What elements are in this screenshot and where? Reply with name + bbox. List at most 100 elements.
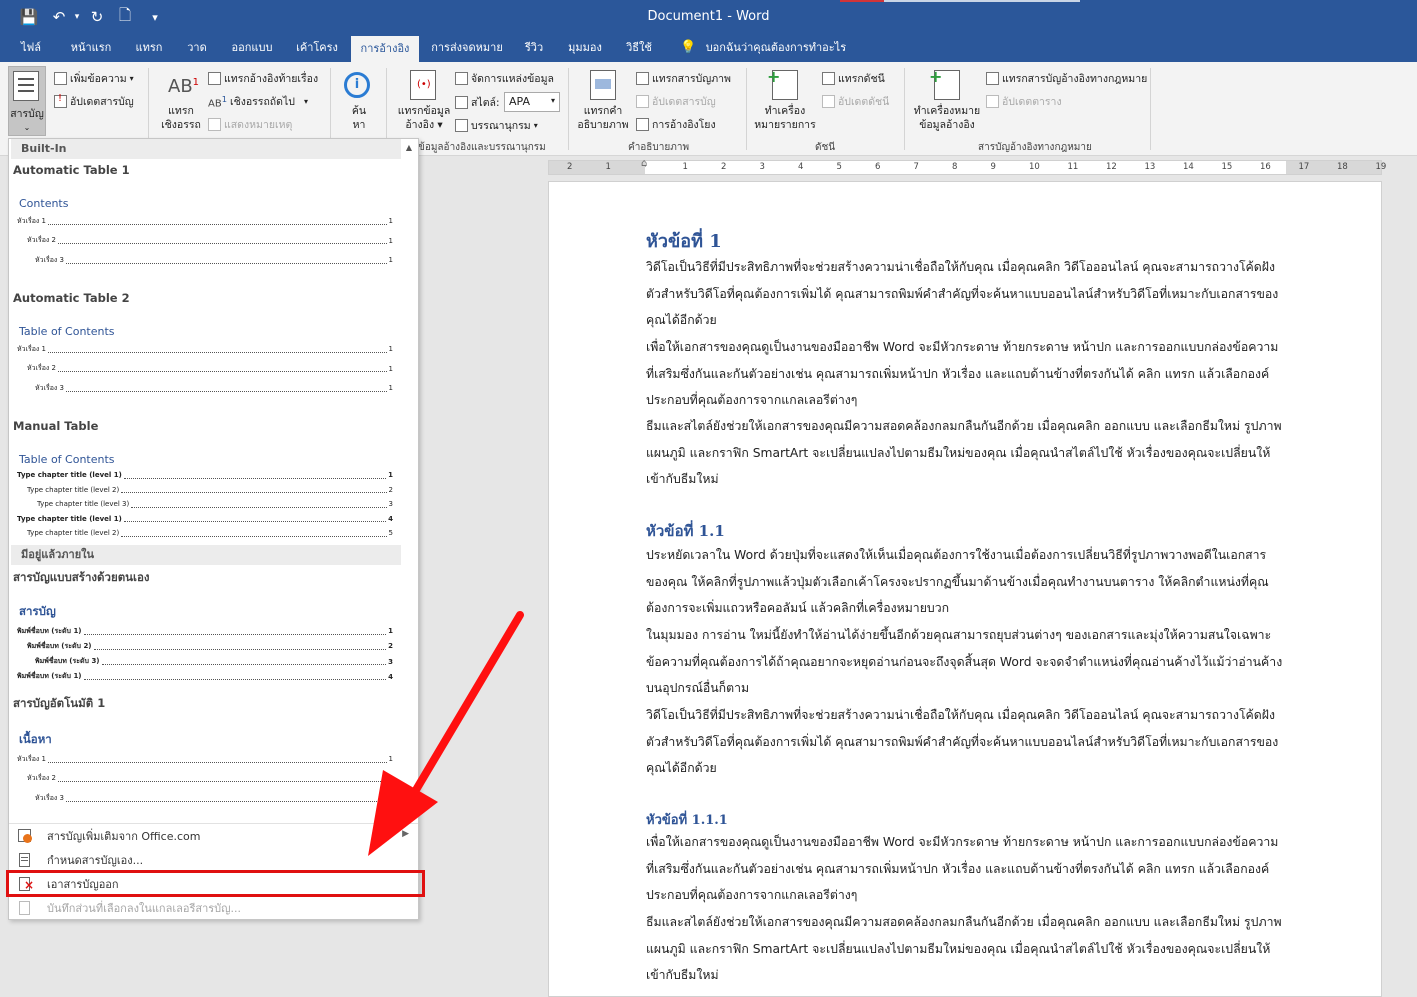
group-label-index: ดัชนี — [815, 142, 836, 153]
bibliography-button[interactable]: บรรณานุกรม ▾ — [455, 117, 538, 134]
search-label-1: ค้น — [351, 105, 367, 117]
insert-citation-label-1: แทรกข้อมูล — [397, 105, 451, 117]
toc-preview-text: หัวเรื่อง 1 — [17, 216, 46, 225]
menu-separator — [9, 823, 418, 824]
doc-paragraph: ในมุมมอง การอ่าน ใหม่นี้ยังทำให้อ่านได้ง… — [646, 628, 1283, 696]
insert-tof-button[interactable]: แทรกสารบัญภาพ — [636, 70, 731, 87]
tab-file[interactable]: ไฟล์ — [10, 34, 52, 62]
tab-home[interactable]: หน้าแรก — [62, 34, 120, 62]
more-tocs-office-menu-item[interactable]: สารบัญเพิ่มเติมจาก Office.com ▶ — [13, 825, 413, 847]
cross-reference-button[interactable]: การอ้างอิงโยง — [636, 116, 716, 133]
mark-entry-button[interactable]: + ทำเครื่อง หมายรายการ — [754, 67, 816, 138]
search-icon: i — [344, 72, 370, 98]
tell-me-box[interactable]: 💡 บอกฉันว่าคุณต้องการทำอะไร — [680, 34, 846, 62]
update-table-button[interactable]: ! อัปเดตสารบัญ — [54, 93, 134, 110]
toc-preview-line: Type chapter title (level 2) 2 — [27, 484, 393, 496]
next-footnote-button[interactable]: AB1 เชิงอรรถถัดไป ▾ — [208, 93, 308, 110]
tab-review[interactable]: รีวิว — [514, 34, 554, 62]
tab-references[interactable]: การอ้างอิง — [351, 36, 419, 62]
doc-heading-1: หัวข้อที่ 1 — [646, 231, 722, 252]
add-text-button[interactable]: เพิ่มข้อความ ▾ — [54, 70, 134, 87]
doc-paragraph: ธีมและสไตล์ยังช่วยให้เอกสารของคุณมีความส… — [646, 419, 1282, 487]
next-footnote-icon: AB1 — [208, 93, 228, 110]
doc-paragraph: ประหยัดเวลาใน Word ด้วยปุ่มที่จะแสดงให้เ… — [646, 548, 1269, 616]
insert-index-button[interactable]: แทรกดัชนี — [822, 70, 885, 87]
toc-preview-line: พิมพ์ชื่อบท (ระดับ 1) 4 — [17, 671, 393, 683]
toc-preview-page: 3 — [388, 500, 393, 509]
caption-icon — [590, 70, 616, 100]
toc-preview-line: พิมพ์ชื่อบท (ระดับ 2) 2 — [27, 640, 393, 652]
toc-preview-text: Type chapter title (level 3) — [37, 500, 130, 509]
tab-design[interactable]: ออกแบบ — [222, 34, 282, 62]
toc-leader — [48, 346, 387, 353]
ruler-tick: 3 — [759, 162, 765, 172]
tab-insert[interactable]: แทรก — [126, 34, 172, 62]
tab-help[interactable]: วิธีใช้ — [616, 34, 662, 62]
title-bar: 💾 ↶ ▾ ↻ 🗋 ▾ Document1 - Word — [0, 0, 1417, 34]
manage-sources-button[interactable]: จัดการแหล่งข้อมูล — [455, 70, 554, 87]
chevron-down-icon: ▾ — [129, 74, 134, 83]
insert-citation-button[interactable]: (•) แทรกข้อมูล อ้างอิง ▾ — [396, 68, 452, 138]
search-button[interactable]: i ค้น หา — [340, 68, 378, 138]
update-tof-icon — [636, 95, 649, 108]
group-label-captions: คำอธิบายภาพ — [628, 142, 690, 153]
show-notes-button[interactable]: แสดงหมายเหตุ — [208, 116, 292, 133]
update-index-button[interactable]: อัปเดตดัชนี — [822, 93, 889, 110]
insert-toa-button[interactable]: แทรกสารบัญอ้างอิงทางกฎหมาย — [986, 70, 1147, 87]
update-toa-button[interactable]: อัปเดตตาราง — [986, 93, 1062, 110]
toc-preview-heading: Table of Contents — [19, 325, 115, 338]
document-page[interactable]: หัวข้อที่ 1 วิดีโอเป็นวิธีที่มีประสิทธิภ… — [548, 181, 1382, 997]
show-notes-icon — [208, 118, 221, 131]
ruler-tick: 18 — [1337, 162, 1348, 172]
toc-preview-line: หัวเรื่อง 3 1 — [35, 254, 393, 266]
ruler-tick: 14 — [1183, 162, 1194, 172]
ruler-tick: 2 — [567, 162, 573, 172]
custom-toc-menu-item[interactable]: กำหนดสารบัญเอง... — [13, 849, 413, 871]
gallery-option-title: สารบัญอัตโนมัติ 1 — [13, 696, 106, 710]
manage-sources-label: จัดการแหล่งข้อมูล — [471, 73, 554, 85]
insert-toa-label: แทรกสารบัญอ้างอิงทางกฎหมาย — [1002, 73, 1148, 85]
toc-preview-text: หัวเรื่อง 2 — [27, 236, 56, 244]
toc-preview-line: หัวเรื่อง 1 1 — [17, 753, 393, 765]
insert-citation-label-2: อ้างอิง — [405, 119, 435, 131]
tab-view[interactable]: มุมมอง — [560, 34, 610, 62]
bibliography-icon — [455, 119, 468, 132]
toc-preview-text: พิมพ์ชื่อบท (ระดับ 3) — [35, 657, 100, 666]
insert-endnote-button[interactable]: แทรกอ้างอิงท้ายเรื่อง — [208, 70, 318, 87]
gallery-option-title: Automatic Table 2 — [13, 291, 130, 305]
insert-caption-button[interactable]: แทรกคำ อธิบายภาพ — [576, 68, 630, 138]
doc-paragraph: วิดีโอเป็นวิธีที่มีประสิทธิภาพที่จะช่วยส… — [646, 260, 1279, 328]
save-selection-menu-item[interactable]: บันทึกส่วนที่เลือกลงในแกลเลอรีสารบัญ... — [13, 897, 413, 919]
toc-preview-heading: Contents — [19, 197, 69, 210]
chevron-down-icon: ▾ — [550, 96, 555, 105]
citation-style-value: APA — [509, 95, 530, 108]
citation-style-select[interactable]: APA ▾ — [504, 92, 560, 112]
window-title: Document1 - Word — [647, 9, 770, 24]
update-toa-label: อัปเดตตาราง — [1002, 96, 1062, 108]
toc-leader — [123, 472, 387, 479]
toc-preview-text: Type chapter title (level 2) — [27, 529, 120, 538]
doc-heading-3: หัวข้อที่ 1.1.1 — [646, 813, 728, 828]
cross-reference-label: การอ้างอิงโยง — [652, 119, 716, 131]
toc-preview-line: พิมพ์ชื่อบท (ระดับ 3) 3 — [35, 656, 393, 668]
tab-layout[interactable]: เค้าโครง — [288, 34, 346, 62]
custom-toc-icon — [17, 852, 33, 868]
toc-preview-line: Type chapter title (level 1) 4 — [17, 513, 393, 525]
save-selection-label: บันทึกส่วนที่เลือกลงในแกลเลอรีสารบัญ... — [47, 902, 241, 915]
group-separator — [568, 68, 569, 150]
toc-leader — [121, 530, 387, 537]
ruler-margin-left — [549, 161, 645, 174]
update-tof-button[interactable]: อัปเดตสารบัญ — [636, 93, 716, 110]
toc-button[interactable]: สารบัญ ⌄ — [8, 66, 46, 136]
toc-leader — [121, 486, 387, 494]
horizontal-ruler[interactable]: 2 1 · 1 2 3 4 5 6 7 8 9 10 11 12 13 14 15 16 17 18 19 ⌂ — [548, 158, 1386, 175]
tab-mailings[interactable]: การส่งจดหมาย — [426, 34, 508, 62]
mark-citation-button[interactable]: + ทำเครื่องหมาย ข้อมูลอ้างอิง — [912, 67, 982, 138]
scroll-up-icon[interactable]: ▲ — [406, 143, 412, 152]
insert-footnote-button[interactable]: AB1 แทรก เชิงอรรถ — [158, 68, 204, 138]
ruler-tick: 2 — [721, 162, 727, 172]
toc-preview-heading: เนื้อหา — [19, 732, 52, 746]
save-gallery-icon — [17, 900, 33, 916]
tab-draw[interactable]: วาด — [178, 34, 216, 62]
indent-marker[interactable]: ⌂ — [641, 158, 647, 169]
